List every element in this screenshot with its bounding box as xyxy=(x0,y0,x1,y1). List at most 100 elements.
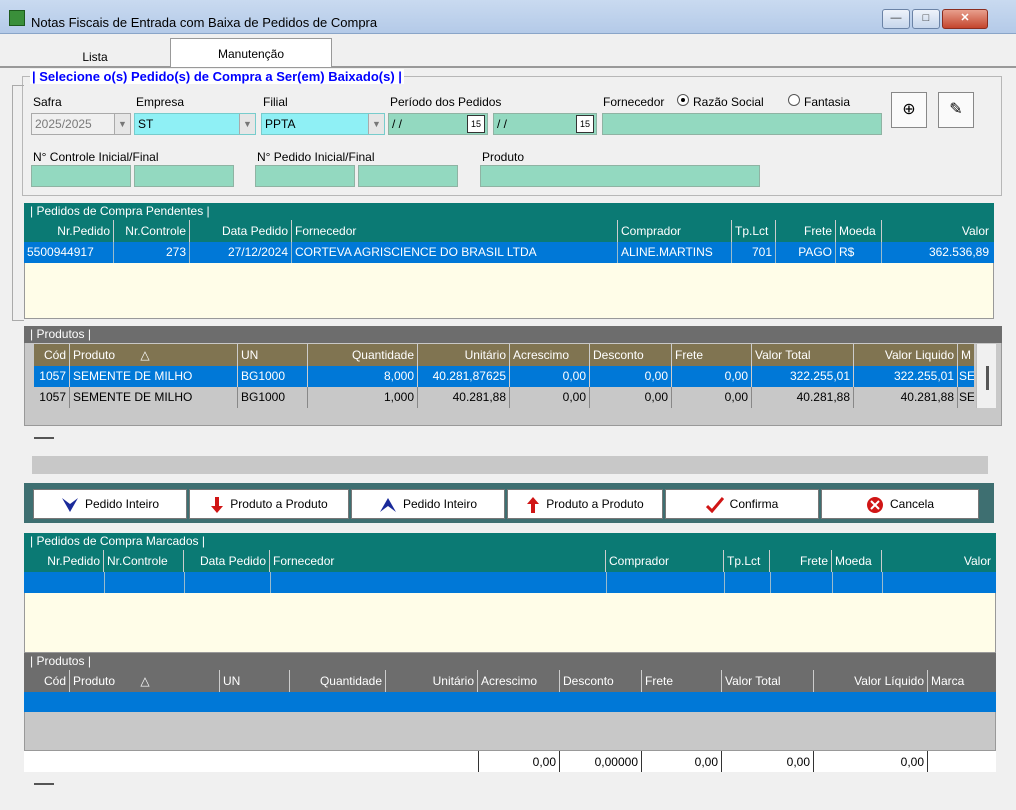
col-nr-controle[interactable]: Nr.Controle xyxy=(104,550,184,572)
col-quantidade[interactable]: Quantidade xyxy=(290,670,386,692)
col-comprador[interactable]: Comprador xyxy=(618,220,732,242)
col-moeda[interactable]: Moeda xyxy=(832,550,882,572)
col-tp-lct[interactable]: Tp.Lct xyxy=(724,550,770,572)
controle-final-input[interactable] xyxy=(134,165,234,187)
filial-select[interactable]: PPTA ▼ xyxy=(261,113,385,135)
minimize-button[interactable]: — xyxy=(882,9,910,29)
zoom-search-button[interactable]: ⊕ xyxy=(891,92,927,128)
col-acrescimo[interactable]: Acrescimo xyxy=(478,670,560,692)
radio-fantasia[interactable] xyxy=(788,94,800,106)
col-quantidade[interactable]: Quantidade xyxy=(308,344,418,366)
col-marca[interactable]: Marca xyxy=(928,670,996,692)
scrollbar-thumb[interactable] xyxy=(986,366,989,390)
cancel-icon xyxy=(866,496,883,513)
col-data-pedido[interactable]: Data Pedido xyxy=(184,550,270,572)
cancela-label: Cancela xyxy=(889,497,935,511)
cell-moeda: R$ xyxy=(836,242,882,263)
calendar-icon[interactable]: 15 xyxy=(576,115,594,133)
col-frete[interactable]: Frete xyxy=(770,550,832,572)
col-produto[interactable]: Produto △ xyxy=(70,670,220,692)
chevron-down-icon[interactable]: ▼ xyxy=(239,114,255,134)
col-desconto[interactable]: Desconto xyxy=(560,670,642,692)
table-row[interactable]: 1057 SEMENTE DE MILHO BG1000 8,000 40.28… xyxy=(34,366,974,387)
table-row[interactable] xyxy=(24,572,996,593)
col-frete[interactable]: Frete xyxy=(672,344,752,366)
marcados-header-row: Nr.Pedido Nr.Controle Data Pedido Fornec… xyxy=(24,550,996,572)
empresa-select[interactable]: ST ▼ xyxy=(134,113,256,135)
cell-produto: SEMENTE DE MILHO xyxy=(70,387,238,408)
col-produto[interactable]: Produto △ xyxy=(70,344,238,366)
controle-inicial-input[interactable] xyxy=(31,165,131,187)
col-frete[interactable]: Frete xyxy=(642,670,722,692)
cell-unitario: 40.281,87625 xyxy=(418,366,510,387)
cell-valor-liquido: 40.281,88 xyxy=(854,387,958,408)
filter-group-title: | Selecione o(s) Pedido(s) de Compra a S… xyxy=(30,69,404,84)
col-frete[interactable]: Frete xyxy=(776,220,836,242)
col-valor-liquido[interactable]: Valor Liquido xyxy=(854,344,958,366)
chevron-down-icon[interactable]: ▼ xyxy=(114,114,130,134)
periodo-fim-input[interactable]: / / 15 xyxy=(493,113,597,135)
produtos1-scrollbar[interactable] xyxy=(976,344,996,408)
col-cod[interactable]: Cód xyxy=(34,344,70,366)
col-data-pedido[interactable]: Data Pedido xyxy=(190,220,292,242)
pedido-final-input[interactable] xyxy=(358,165,458,187)
close-button[interactable]: ✕ xyxy=(942,9,988,29)
chevron-down-icon[interactable]: ▼ xyxy=(368,114,384,134)
col-fornecedor[interactable]: Fornecedor xyxy=(270,550,606,572)
col-comprador[interactable]: Comprador xyxy=(606,550,724,572)
safra-select[interactable]: 2025/2025 ▼ xyxy=(31,113,131,135)
cell-acrescimo: 0,00 xyxy=(510,387,590,408)
col-valor-total[interactable]: Valor Total xyxy=(722,670,814,692)
col-valor-total[interactable]: Valor Total xyxy=(752,344,854,366)
col-moeda[interactable]: Moeda xyxy=(836,220,882,242)
arrow-up-icon xyxy=(527,496,540,513)
col-valor[interactable]: Valor xyxy=(882,220,992,242)
radio-razao-social[interactable] xyxy=(677,94,689,106)
remove-pedido-inteiro-button[interactable]: Pedido Inteiro xyxy=(351,489,505,519)
confirma-button[interactable]: Confirma xyxy=(665,489,819,519)
col-acrescimo[interactable]: Acrescimo xyxy=(510,344,590,366)
col-valor[interactable]: Valor xyxy=(882,550,994,572)
produtos2-header-row: Cód Produto △ UN Quantidade Unitário Acr… xyxy=(24,670,996,692)
produto-input[interactable] xyxy=(480,165,760,187)
eraser-icon: ✎ xyxy=(949,101,963,118)
cancela-button[interactable]: Cancela xyxy=(821,489,979,519)
table-row[interactable] xyxy=(24,692,996,712)
col-unitario[interactable]: Unitário xyxy=(386,670,478,692)
col-desconto[interactable]: Desconto xyxy=(590,344,672,366)
remove-produto-a-produto-button[interactable]: Produto a Produto xyxy=(507,489,663,519)
pedido-inicial-input[interactable] xyxy=(255,165,355,187)
col-un[interactable]: UN xyxy=(238,344,308,366)
splitter-handle[interactable] xyxy=(34,783,54,785)
table-row[interactable]: 1057 SEMENTE DE MILHO BG1000 1,000 40.28… xyxy=(34,387,974,408)
cell-quantidade: 8,000 xyxy=(308,366,418,387)
splitter-handle[interactable] xyxy=(34,437,54,439)
clear-filter-button[interactable]: ✎ xyxy=(938,92,974,128)
col-marca[interactable]: M xyxy=(958,344,974,366)
cell-nr-pedido: 5500944917 xyxy=(24,242,114,263)
col-cod[interactable]: Cód xyxy=(24,670,70,692)
col-nr-pedido[interactable]: Nr.Pedido xyxy=(24,550,104,572)
col-nr-controle[interactable]: Nr.Controle xyxy=(114,220,190,242)
col-unitario[interactable]: Unitário xyxy=(418,344,510,366)
row-divider xyxy=(882,572,883,593)
radio-fantasia-label: Fantasia xyxy=(804,95,851,109)
add-pedido-inteiro-button[interactable]: Pedido Inteiro xyxy=(33,489,187,519)
table-row[interactable]: 5500944917 273 27/12/2024 CORTEVA AGRISC… xyxy=(24,242,994,263)
col-fornecedor[interactable]: Fornecedor xyxy=(292,220,618,242)
pendentes-header-row: Nr.Pedido Nr.Controle Data Pedido Fornec… xyxy=(24,220,994,242)
fornecedor-input[interactable] xyxy=(602,113,882,135)
tab-manutencao[interactable]: Manutenção xyxy=(170,38,332,68)
periodo-inicio-input[interactable]: / / 15 xyxy=(388,113,488,135)
periodo-fim-value: / / xyxy=(497,117,508,131)
add-produto-a-produto-button[interactable]: Produto a Produto xyxy=(189,489,349,519)
col-un[interactable]: UN xyxy=(220,670,290,692)
col-tp-lct[interactable]: Tp.Lct xyxy=(732,220,776,242)
row-divider xyxy=(104,572,105,593)
maximize-button[interactable]: □ xyxy=(912,9,940,29)
col-nr-pedido[interactable]: Nr.Pedido xyxy=(24,220,114,242)
total-desconto: 0,00000 xyxy=(560,751,642,772)
col-valor-liquido[interactable]: Valor Líquido xyxy=(814,670,928,692)
add-produto-a-produto-label: Produto a Produto xyxy=(230,497,328,511)
calendar-icon[interactable]: 15 xyxy=(467,115,485,133)
